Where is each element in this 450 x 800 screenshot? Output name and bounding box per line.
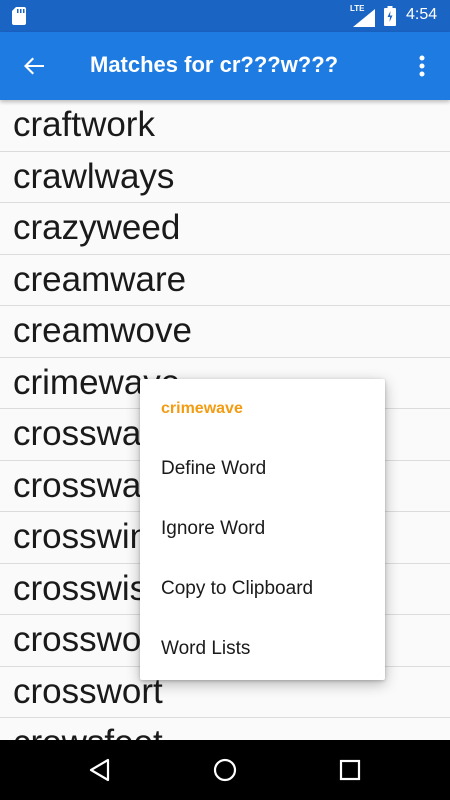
word-row[interactable]: crazyweed	[0, 203, 450, 255]
signal-icon	[353, 9, 375, 27]
battery-icon	[384, 6, 396, 26]
nav-home-icon[interactable]	[211, 756, 239, 784]
word-row[interactable]: crowsfeet	[0, 718, 450, 740]
word-row[interactable]: creamwove	[0, 306, 450, 358]
page-title: Matches for cr???w???	[90, 52, 339, 77]
sd-card-icon	[12, 7, 26, 25]
word-row[interactable]: crawlways	[0, 152, 450, 203]
menu-item-ignore-word[interactable]: Ignore Word	[140, 499, 385, 559]
menu-item-copy-to-clipboard[interactable]: Copy to Clipboard	[140, 559, 385, 619]
app-bar: Matches for cr???w???	[0, 32, 450, 100]
menu-header-word: crimewave	[161, 400, 243, 417]
word-row[interactable]: creamware	[0, 255, 450, 306]
menu-item-define-word[interactable]: Define Word	[140, 439, 385, 499]
word-context-menu: crimewave Define Word Ignore Word Copy t…	[140, 379, 385, 680]
word-row[interactable]: craftwork	[0, 100, 450, 152]
status-bar: LTE 4:54	[0, 0, 450, 32]
menu-item-word-lists[interactable]: Word Lists	[140, 619, 385, 679]
arrow-back-icon[interactable]	[20, 52, 48, 80]
nav-back-icon[interactable]	[86, 756, 114, 784]
navigation-bar	[0, 740, 450, 800]
nav-recents-icon[interactable]	[336, 756, 364, 784]
status-clock: 4:54	[406, 6, 438, 23]
more-vert-icon[interactable]	[412, 52, 432, 80]
